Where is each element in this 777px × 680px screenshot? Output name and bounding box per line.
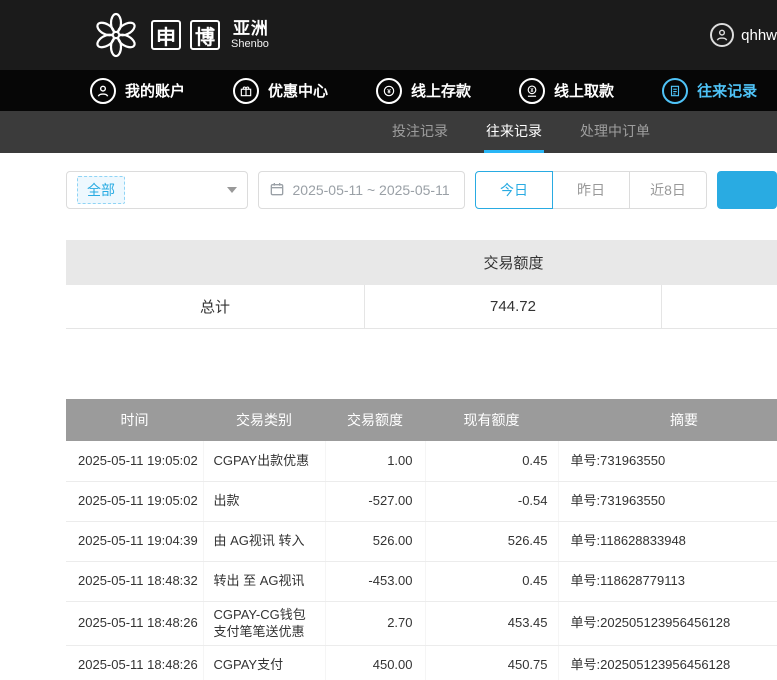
records-header-row: 时间 交易类别 交易额度 现有额度 摘要: [66, 399, 777, 441]
type-select-value: 全部: [77, 176, 125, 204]
flower-logo-icon: [90, 9, 142, 61]
summary-table: 交易额度 总计 744.72: [66, 240, 777, 329]
col-header-amount: 交易额度: [325, 399, 425, 441]
cell-balance: 453.45: [425, 601, 558, 645]
nav-item-records[interactable]: 往来记录: [662, 78, 757, 104]
user-avatar-icon: [710, 23, 734, 47]
col-header-summary: 摘要: [558, 399, 777, 441]
tab-processing-orders[interactable]: 处理中订单: [578, 111, 652, 153]
cell-time: 2025-05-11 18:48:32: [66, 561, 203, 601]
cell-balance: 0.45: [425, 561, 558, 601]
cell-time: 2025-05-11 18:48:26: [66, 601, 203, 645]
type-select[interactable]: 全部: [66, 171, 248, 209]
logo-char-bo: 博: [190, 20, 220, 50]
cell-time: 2025-05-11 18:48:26: [66, 645, 203, 680]
summary-total-value: 744.72: [365, 285, 662, 328]
nav-label: 我的账户: [125, 80, 185, 101]
cell-balance: 526.45: [425, 521, 558, 561]
cell-amount: 2.70: [325, 601, 425, 645]
nav-item-deposit[interactable]: ¥ 线上存款: [376, 78, 471, 104]
logo-region: 亚洲 Shenbo: [231, 19, 269, 51]
summary-empty-cell: [662, 285, 777, 328]
cell-type: CGPAY出款优惠: [203, 441, 325, 481]
cell-type: 由 AG视讯 转入: [203, 521, 325, 561]
cell-type: 转出 至 AG视讯: [203, 561, 325, 601]
col-header-time: 时间: [66, 399, 203, 441]
brand-logo: 申 博 亚洲 Shenbo: [90, 9, 269, 61]
logo-brand-en: Shenbo: [231, 38, 269, 51]
cell-summary: 单号:731963550: [558, 441, 777, 481]
records-icon: [662, 78, 688, 104]
yesterday-button[interactable]: 昨日: [552, 171, 630, 209]
calendar-icon: [269, 181, 285, 200]
search-button[interactable]: [717, 171, 777, 209]
tab-betting-records[interactable]: 投注记录: [390, 111, 450, 153]
summary-header-row: 交易额度: [66, 240, 777, 285]
cell-time: 2025-05-11 19:05:02: [66, 481, 203, 521]
chevron-down-icon: [227, 187, 237, 193]
tab-transaction-records[interactable]: 往来记录: [484, 111, 544, 153]
cell-summary: 单号:118628779113: [558, 561, 777, 601]
table-row: 2025-05-11 18:48:26 CGPAY-CG钱包支付笔笔送优惠 2.…: [66, 601, 777, 645]
records-subnav: 投注记录 往来记录 处理中订单: [0, 111, 777, 153]
logo-region-cn: 亚洲: [233, 19, 269, 39]
table-row: 2025-05-11 18:48:32 转出 至 AG视讯 -453.00 0.…: [66, 561, 777, 601]
svg-text:¥: ¥: [387, 88, 391, 95]
cell-amount: 526.00: [325, 521, 425, 561]
col-header-type: 交易类别: [203, 399, 325, 441]
nav-label: 优惠中心: [268, 80, 328, 101]
last-8-days-button[interactable]: 近8日: [629, 171, 707, 209]
username-label: qhhw: [741, 27, 777, 44]
date-range-value: 2025-05-11 ~ 2025-05-11: [293, 182, 450, 198]
nav-item-my-account[interactable]: 我的账户: [90, 78, 185, 104]
cell-amount: -453.00: [325, 561, 425, 601]
cell-summary: 单号:731963550: [558, 481, 777, 521]
cell-balance: -0.54: [425, 481, 558, 521]
filter-bar: 全部 2025-05-11 ~ 2025-05-11 今日 昨日 近8日: [0, 153, 777, 209]
nav-item-withdraw[interactable]: ¥ 线上取款: [519, 78, 614, 104]
top-header: 申 博 亚洲 Shenbo qhhw: [0, 0, 777, 70]
cell-balance: 450.75: [425, 645, 558, 680]
withdraw-icon: ¥: [519, 78, 545, 104]
cell-summary: 单号:202505123956456128: [558, 645, 777, 680]
cell-amount: -527.00: [325, 481, 425, 521]
svg-text:¥: ¥: [531, 88, 534, 94]
summary-total-row: 总计 744.72: [66, 285, 777, 329]
nav-label: 线上存款: [411, 80, 471, 101]
col-header-balance: 现有额度: [425, 399, 558, 441]
quick-range-group: 今日 昨日 近8日: [475, 171, 707, 209]
cell-type: 出款: [203, 481, 325, 521]
records-tbody: 2025-05-11 19:05:02 CGPAY出款优惠 1.00 0.45 …: [66, 441, 777, 680]
cell-time: 2025-05-11 19:05:02: [66, 441, 203, 481]
cell-time: 2025-05-11 19:04:39: [66, 521, 203, 561]
promo-icon: [233, 78, 259, 104]
table-row: 2025-05-11 18:48:26 CGPAY支付 450.00 450.7…: [66, 645, 777, 680]
nav-label: 线上取款: [554, 80, 614, 101]
table-row: 2025-05-11 19:05:02 出款 -527.00 -0.54 单号:…: [66, 481, 777, 521]
table-row: 2025-05-11 19:04:39 由 AG视讯 转入 526.00 526…: [66, 521, 777, 561]
date-range-input[interactable]: 2025-05-11 ~ 2025-05-11: [258, 171, 466, 209]
deposit-icon: ¥: [376, 78, 402, 104]
summary-amount-header: 交易额度: [365, 252, 662, 273]
cell-summary: 单号:118628833948: [558, 521, 777, 561]
cell-balance: 0.45: [425, 441, 558, 481]
today-button[interactable]: 今日: [475, 171, 553, 209]
main-nav: 我的账户 优惠中心 ¥ 线上存款 ¥ 线上取款: [0, 70, 777, 111]
summary-total-label: 总计: [66, 285, 365, 328]
logo-char-shen: 申: [151, 20, 181, 50]
cell-summary: 单号:202505123956456128: [558, 601, 777, 645]
table-row: 2025-05-11 19:05:02 CGPAY出款优惠 1.00 0.45 …: [66, 441, 777, 481]
user-account-button[interactable]: qhhw: [710, 23, 777, 47]
cell-type: CGPAY-CG钱包支付笔笔送优惠: [203, 601, 325, 645]
account-icon: [90, 78, 116, 104]
cell-amount: 1.00: [325, 441, 425, 481]
records-table: 时间 交易类别 交易额度 现有额度 摘要 2025-05-11 19:05:02…: [66, 399, 777, 680]
nav-label: 往来记录: [697, 80, 757, 101]
cell-type: CGPAY支付: [203, 645, 325, 680]
nav-item-promotions[interactable]: 优惠中心: [233, 78, 328, 104]
cell-amount: 450.00: [325, 645, 425, 680]
